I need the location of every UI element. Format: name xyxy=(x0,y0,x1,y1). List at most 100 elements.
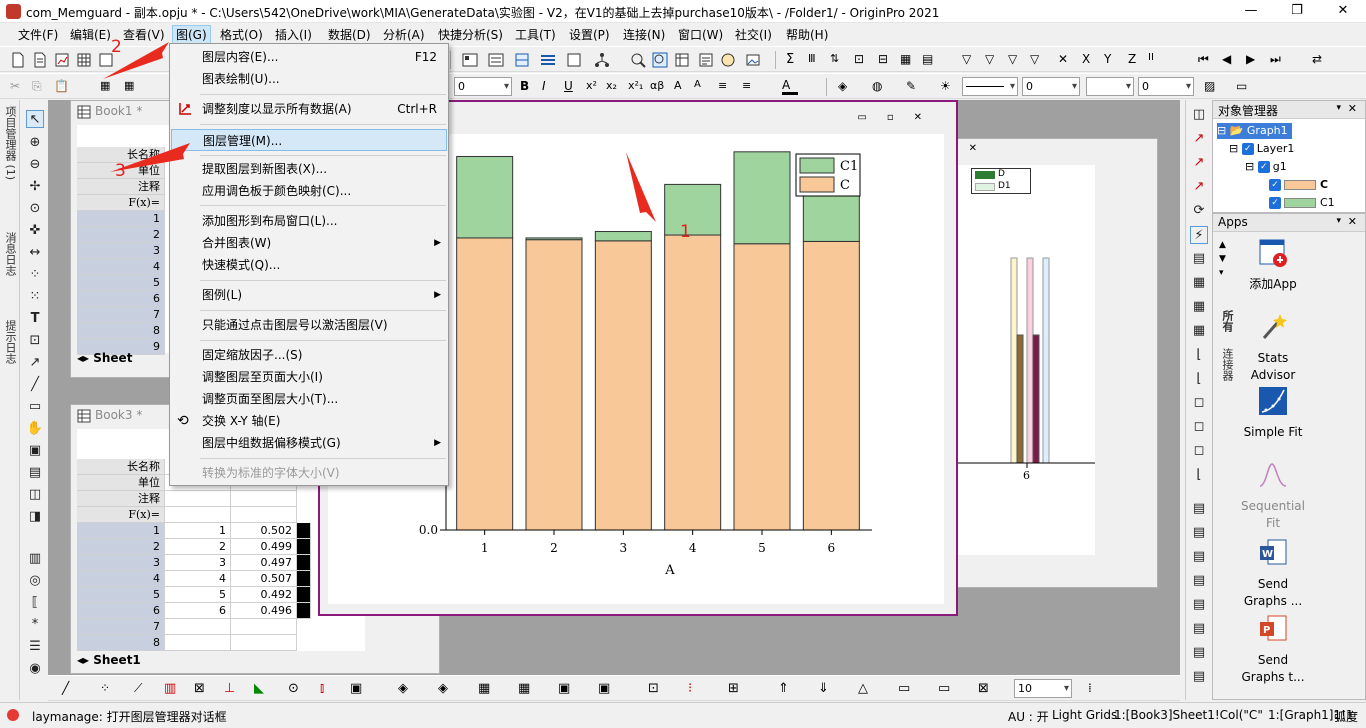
font-color-icon[interactable]: A xyxy=(782,79,798,95)
book1-row-number[interactable]: 5 xyxy=(77,275,165,291)
insert-chart-icon[interactable]: ▤ xyxy=(26,464,44,482)
app-tile-send-ppt[interactable]: P Send Graphs t... xyxy=(1237,614,1309,686)
menu-item-merge-graphs[interactable]: 合并图表(W) ▶ xyxy=(171,232,447,254)
align-left-icon[interactable]: ≡ xyxy=(718,79,734,95)
tree-plot-c[interactable]: ✓ C xyxy=(1269,177,1328,193)
pointer-icon[interactable]: ↖ xyxy=(26,110,44,128)
menu-item-swap-xy[interactable]: 交换 X-Y 轴(E) ⟲ xyxy=(171,410,447,432)
book1-row-number[interactable]: 6 xyxy=(77,291,165,307)
line-plot-icon[interactable]: ╱ xyxy=(62,681,78,697)
next-icon[interactable]: ▶ xyxy=(1246,52,1262,68)
plot-icon-2[interactable]: ⊟ xyxy=(878,52,894,68)
apps-scroll[interactable]: ▲ ▼ ▾ xyxy=(1219,238,1233,280)
tree-graph1[interactable]: ⊟ 📂 Graph1 xyxy=(1217,123,1292,139)
italic-icon[interactable]: I xyxy=(542,79,558,95)
menu-graph[interactable]: 图(G) xyxy=(172,25,211,44)
last-icon[interactable]: ⏭ xyxy=(1270,52,1286,68)
app-tile-stats-advisor[interactable]: Stats Advisor xyxy=(1237,312,1309,384)
new-graph-icon[interactable] xyxy=(54,52,70,68)
record-icon[interactable]: ◉ xyxy=(26,660,44,678)
object-icon[interactable]: ◈ xyxy=(398,681,414,697)
rescale-y-icon[interactable]: ↗ xyxy=(1190,154,1208,172)
tree-plot-c1[interactable]: ✓ C1 xyxy=(1269,195,1335,211)
book3-cell[interactable] xyxy=(231,507,297,523)
book3-cell-b[interactable]: 0.499 xyxy=(231,539,297,555)
tree-layer1[interactable]: ⊟ ✓ Layer1 xyxy=(1229,141,1294,157)
book3-cell-a[interactable] xyxy=(165,619,231,635)
data-selector-icon[interactable]: ↔ xyxy=(26,244,44,262)
obj-tool-icon-6[interactable]: ▤ xyxy=(1190,620,1208,638)
stat-plot-icon[interactable]: ⊥ xyxy=(224,681,240,697)
menu-quick-analysis[interactable]: 快捷分析(S) xyxy=(435,26,506,43)
book3-row-header[interactable]: 注释 xyxy=(77,491,165,507)
book3-cell-b[interactable]: 0.497 xyxy=(231,555,297,571)
line-tool-icon[interactable]: ╱ xyxy=(26,376,44,394)
fill-color-icon[interactable]: ◈ xyxy=(838,79,854,95)
region-icon[interactable]: ⁙ xyxy=(26,288,44,306)
axis-tool-icon-3[interactable]: ◻ xyxy=(1190,394,1208,412)
object-icon-2[interactable]: ◈ xyxy=(438,681,454,697)
panel-close-icon[interactable]: ✕ xyxy=(1348,102,1357,115)
layout-icon-4[interactable]: ▦ xyxy=(1190,322,1208,340)
insert-graph-icon[interactable]: ▣ xyxy=(26,442,44,460)
layer-tool-icon[interactable]: ◫ xyxy=(1190,106,1208,124)
book3-row-number[interactable]: 2 xyxy=(77,539,165,555)
book3-sheet-nav[interactable]: ◂▸ Sheet1 xyxy=(77,653,141,667)
bar-plot-icon[interactable]: ▥ xyxy=(164,681,180,697)
underline-icon[interactable]: U xyxy=(564,79,580,95)
worksheet-icon[interactable] xyxy=(674,52,690,68)
book3-row-header[interactable]: 单位 xyxy=(77,475,165,491)
book3-row-number[interactable]: 8 xyxy=(77,635,165,651)
book3-cell-color[interactable] xyxy=(297,539,311,555)
menu-analysis[interactable]: 分析(A) xyxy=(380,26,428,43)
font-smaller-icon[interactable]: A xyxy=(694,79,710,95)
obj-tool-icon-8[interactable]: ▤ xyxy=(1190,668,1208,686)
book3-cell-a[interactable] xyxy=(165,635,231,651)
align-icon-2[interactable]: ▦ xyxy=(124,79,140,95)
first-icon[interactable]: ⏮ xyxy=(1198,52,1214,68)
layer-icon-b[interactable] xyxy=(488,52,504,68)
apps-tab-all[interactable]: 所有 xyxy=(1219,310,1235,332)
zoom-combo[interactable]: 0 xyxy=(454,77,512,96)
axis-tool-icon-5[interactable]: ◻ xyxy=(1190,442,1208,460)
book3-row-number[interactable]: 3 xyxy=(77,555,165,571)
book3-cell[interactable] xyxy=(165,491,231,507)
stack-icon[interactable] xyxy=(566,52,582,68)
symbol-combo[interactable] xyxy=(1086,77,1134,96)
misc-icon-3[interactable]: ⊞ xyxy=(728,681,744,697)
align-obj-icon-5[interactable]: ▭ xyxy=(938,681,954,697)
book3-cell-b[interactable]: 0.507 xyxy=(231,571,297,587)
book1-row-header[interactable]: 注释 xyxy=(77,179,165,195)
axis-icon[interactable]: Ⅲ xyxy=(808,52,824,68)
layer-icon-a[interactable] xyxy=(462,52,478,68)
apps-close-icon[interactable]: ✕ xyxy=(1348,215,1357,228)
book3-row-number[interactable]: 1 xyxy=(77,523,165,539)
x-axis-icon[interactable]: X xyxy=(1082,52,1098,68)
book3-cell-a[interactable]: 5 xyxy=(165,587,231,603)
obj-tool-icon-2[interactable]: ▤ xyxy=(1190,524,1208,542)
book3-cell-color[interactable] xyxy=(297,571,311,587)
menu-item-speed-mode[interactable]: 快速模式(Q)... xyxy=(171,254,447,276)
app-tile-sequential-fit[interactable]: Sequential Fit xyxy=(1237,460,1309,532)
circle-icon[interactable]: ◎ xyxy=(26,572,44,590)
tree-g1[interactable]: ⊟ ✓ g1 xyxy=(1245,159,1287,175)
rescale-z-icon[interactable]: ↗ xyxy=(1190,178,1208,196)
list-icon[interactable]: ☰ xyxy=(26,638,44,656)
book3-cell-a[interactable]: 6 xyxy=(165,603,231,619)
book1-sheet-tab[interactable]: Sheet xyxy=(93,351,132,365)
data-tool-icon[interactable]: ⚡ xyxy=(1190,226,1208,244)
line-color-icon[interactable]: ✎ xyxy=(906,79,922,95)
menu-item-fixed-factor[interactable]: 固定缩放因子...(S) xyxy=(171,344,447,366)
apps-tab-connectors[interactable]: 连接器 xyxy=(1219,348,1235,381)
filter-icon[interactable]: ▽ xyxy=(962,52,978,68)
menu-item-fit-layer-to-page[interactable]: 调整图层至页面大小(I) xyxy=(171,366,447,388)
axis-tool-icon[interactable]: ⌊ xyxy=(1190,346,1208,364)
menu-item-legend[interactable]: 图例(L) ▶ xyxy=(171,284,447,306)
paste-icon[interactable]: 📋 xyxy=(54,79,70,95)
frame-icon[interactable]: ◨ xyxy=(26,508,44,526)
brightness-icon[interactable]: ☀ xyxy=(940,79,956,95)
subscript-icon[interactable]: x₂ xyxy=(606,79,622,95)
align-center-icon[interactable]: ≡ xyxy=(742,79,758,95)
book1-row-number[interactable]: 1 xyxy=(77,211,165,227)
filter-icon-4[interactable]: ▽ xyxy=(1030,52,1046,68)
